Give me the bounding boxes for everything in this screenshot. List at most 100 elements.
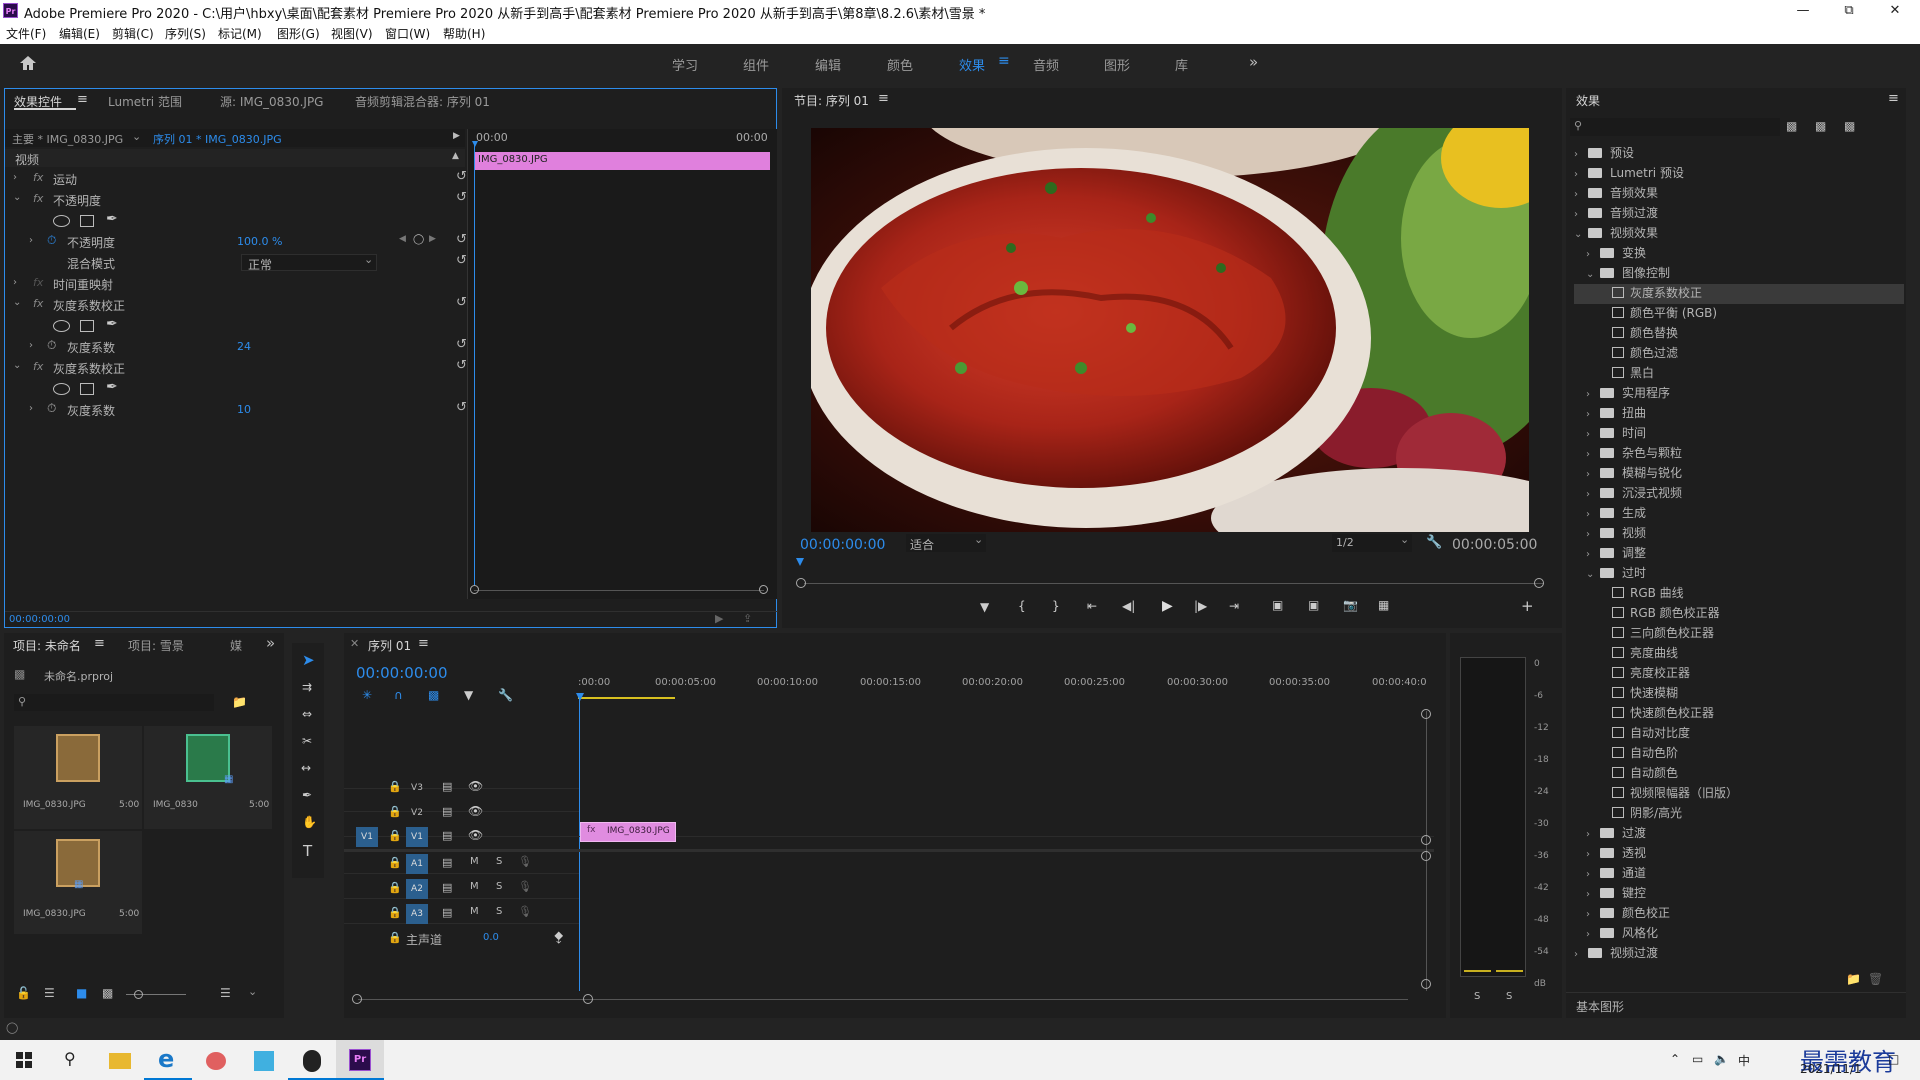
pen-tool-icon[interactable]: ✒: [302, 788, 312, 802]
v-scroll-handle[interactable]: [1421, 979, 1431, 989]
effects-folder[interactable]: › 实用程序: [1574, 384, 1904, 404]
effects-item[interactable]: RGB 颜色校正器: [1574, 604, 1904, 624]
keyframe-area[interactable]: 00:00 00:00 IMG_0830.JPG: [467, 129, 777, 599]
track-a2-toggle[interactable]: A2: [406, 879, 428, 899]
gamma-correction-row-2[interactable]: ⌄ fx 灰度系数校正 ↺: [11, 358, 467, 378]
project-search-input[interactable]: ⚲: [14, 694, 214, 711]
zoom-scrollbar[interactable]: [474, 590, 764, 591]
comparison-view-icon[interactable]: ▦: [1378, 598, 1389, 612]
scroll-handle-right[interactable]: [759, 585, 768, 594]
32bit-effects-icon[interactable]: ▩: [1815, 119, 1826, 133]
expand-arrow-icon[interactable]: ›: [1586, 869, 1600, 880]
track-a3-toggle[interactable]: A3: [406, 904, 428, 924]
tab-source[interactable]: 源: IMG_0830.JPG: [220, 93, 323, 110]
effects-folder[interactable]: › 颜色校正: [1574, 904, 1904, 924]
step-back-icon[interactable]: ◀|: [1122, 599, 1135, 613]
ellipse-mask-icon[interactable]: [53, 320, 70, 332]
program-monitor-title[interactable]: 节目: 序列 01: [794, 92, 869, 109]
effect-controls-timecode[interactable]: 00:00:00:00: [9, 614, 70, 625]
lock-icon[interactable]: 🔒: [388, 881, 402, 894]
search-button[interactable]: ⚲: [48, 1040, 96, 1080]
tab-lumetri-scopes[interactable]: Lumetri 范围: [108, 93, 182, 110]
effects-item[interactable]: 亮度曲线: [1574, 644, 1904, 664]
effects-folder[interactable]: › 时间: [1574, 424, 1904, 444]
expand-arrow-icon[interactable]: ›: [29, 340, 33, 351]
timeline-settings-icon[interactable]: 🔧: [498, 688, 513, 702]
minimize-button[interactable]: —: [1780, 0, 1826, 22]
workspace-effects[interactable]: 效果: [959, 55, 985, 74]
panel-menu-icon[interactable]: ≡: [1888, 91, 1899, 106]
effects-folder[interactable]: › 生成: [1574, 504, 1904, 524]
opacity-value[interactable]: 100.0 %: [237, 235, 282, 248]
effects-item[interactable]: 自动色阶: [1574, 744, 1904, 764]
mute-button[interactable]: M: [470, 906, 479, 917]
reset-icon[interactable]: ↺: [456, 169, 467, 184]
workspace-menu-icon[interactable]: ≡: [998, 53, 1010, 69]
effects-search-input[interactable]: ⚲: [1570, 118, 1780, 136]
menu-help[interactable]: 帮助(H): [443, 25, 485, 42]
playhead-icon[interactable]: [796, 558, 804, 566]
lock-icon[interactable]: 🔒: [388, 829, 402, 842]
effects-folder[interactable]: › 扭曲: [1574, 404, 1904, 424]
new-bin-icon[interactable]: 📁: [1846, 972, 1861, 986]
menu-view[interactable]: 视图(V): [331, 25, 373, 42]
chevron-down-icon[interactable]: ⌄: [132, 130, 141, 143]
menu-window[interactable]: 窗口(W): [385, 25, 430, 42]
lock-icon[interactable]: 🔓: [16, 986, 31, 1000]
go-to-out-icon[interactable]: ⇥: [1229, 599, 1239, 613]
playhead-line[interactable]: [474, 145, 475, 585]
master-clip-label[interactable]: 主要 * IMG_0830.JPG: [12, 131, 123, 147]
expand-arrow-icon[interactable]: ›: [1574, 189, 1588, 200]
effects-item[interactable]: 自动对比度: [1574, 724, 1904, 744]
microphone-icon[interactable]: 🎙: [518, 880, 532, 893]
tray-expand-icon[interactable]: ⌃: [1670, 1052, 1680, 1066]
expand-arrow-icon[interactable]: ›: [1586, 469, 1600, 480]
gamma-correction-row-1[interactable]: ⌄ fx 灰度系数校正 ↺: [11, 295, 467, 315]
expand-arrow-icon[interactable]: ⌄: [1586, 569, 1600, 580]
expand-arrow-icon[interactable]: ›: [1586, 249, 1600, 260]
expand-arrow-icon[interactable]: ⌄: [1586, 269, 1600, 280]
source-patch-v1[interactable]: V1: [356, 827, 378, 847]
effects-item[interactable]: 黑白: [1574, 364, 1904, 384]
collapse-arrow-icon[interactable]: ⌄: [13, 192, 21, 203]
wrench-icon[interactable]: 🔧: [1426, 535, 1442, 550]
eye-icon[interactable]: 👁: [468, 828, 483, 842]
menu-sequence[interactable]: 序列(S): [165, 25, 206, 42]
list-view-icon[interactable]: ☰: [44, 986, 55, 1000]
expand-arrow-icon[interactable]: ›: [1574, 149, 1588, 160]
scroll-handle-right[interactable]: [583, 994, 593, 1004]
v-scroll-handle[interactable]: [1421, 709, 1431, 719]
ellipse-mask-icon[interactable]: [53, 215, 70, 227]
playhead-line[interactable]: [579, 699, 580, 991]
reset-icon[interactable]: ↺: [456, 253, 467, 268]
workspace-libraries[interactable]: 库: [1175, 55, 1188, 74]
effects-item[interactable]: 灰度系数校正: [1574, 284, 1904, 304]
monitor-scrollbar[interactable]: [804, 583, 1544, 584]
expand-arrow-icon[interactable]: ›: [1586, 489, 1600, 500]
effects-folder[interactable]: › 视频过渡: [1574, 944, 1904, 964]
blend-mode-select[interactable]: 正常 ⌄: [241, 253, 377, 272]
expand-arrow-icon[interactable]: ›: [1586, 429, 1600, 440]
workspace-color[interactable]: 颜色: [887, 55, 913, 74]
workspace-learn[interactable]: 学习: [672, 55, 698, 74]
track-v3-toggle[interactable]: V3: [406, 778, 428, 798]
effects-item[interactable]: 快速颜色校正器: [1574, 704, 1904, 724]
expand-arrow-icon[interactable]: ›: [1586, 389, 1600, 400]
project-item-3[interactable]: ▦ IMG_0830.JPG 5:00: [14, 831, 142, 934]
reset-icon[interactable]: ↺: [456, 337, 467, 352]
rectangle-mask-icon[interactable]: [80, 383, 94, 395]
effects-folder[interactable]: ⌄ 视频效果: [1574, 224, 1904, 244]
expand-arrow-icon[interactable]: ›: [1586, 849, 1600, 860]
timeline-h-scrollbar[interactable]: [358, 999, 1408, 1000]
play-audio-icon[interactable]: ▶: [715, 612, 723, 625]
eye-icon[interactable]: 👁: [468, 804, 483, 818]
play-button[interactable]: ▶: [1162, 598, 1173, 614]
reset-icon[interactable]: ↺: [456, 358, 467, 373]
lock-icon[interactable]: 🔒: [388, 906, 402, 919]
clip-bar[interactable]: IMG_0830.JPG: [474, 152, 770, 170]
timeline-clip[interactable]: fx IMG_0830.JPG: [580, 822, 676, 842]
scroll-handle-right[interactable]: [1534, 578, 1544, 588]
freeform-view-icon[interactable]: ▩: [102, 986, 113, 1000]
solo-button[interactable]: S: [496, 856, 502, 867]
workspace-graphics[interactable]: 图形: [1104, 55, 1130, 74]
